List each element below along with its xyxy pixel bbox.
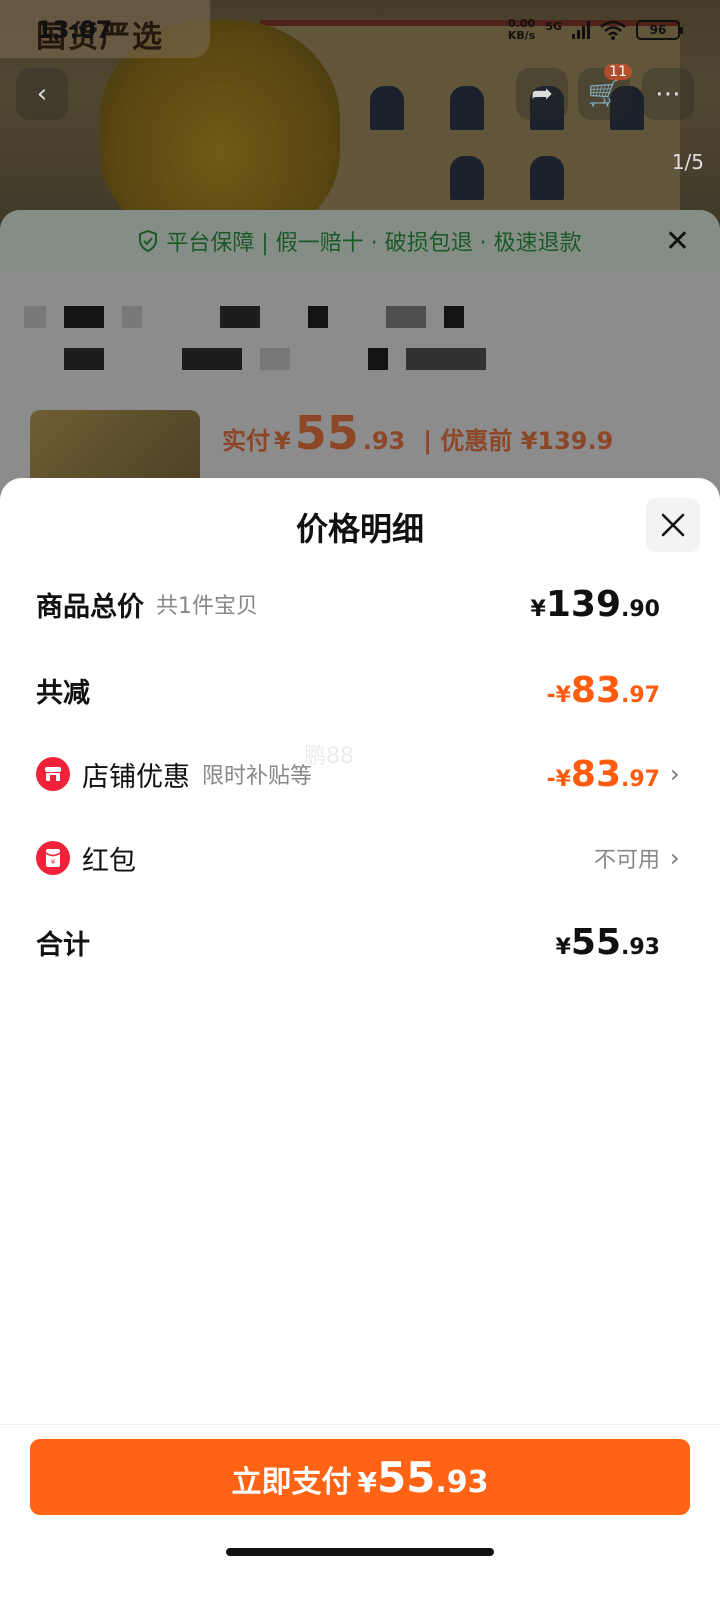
pay-button-currency: ¥ (357, 1466, 377, 1499)
battery-level: 96 (649, 23, 667, 37)
row-total-discount: 共减 -¥ 83 .97 (36, 660, 684, 720)
battery-icon: 96 (636, 20, 683, 40)
more-icon: ⋯ (655, 79, 681, 109)
currency-symbol: ¥ (555, 934, 571, 960)
amount-dec: .93 (621, 934, 660, 960)
cart-button[interactable]: 🛒 11 (578, 64, 632, 120)
home-indicator[interactable] (226, 1548, 494, 1556)
chevron-right-icon: › (670, 760, 680, 788)
currency-symbol: -¥ (546, 766, 571, 792)
currency-symbol: -¥ (546, 682, 571, 708)
amount-dec: .90 (621, 596, 660, 622)
svg-text:¥: ¥ (51, 858, 56, 866)
amount-dec: .97 (621, 682, 660, 708)
wifi-icon (600, 20, 626, 40)
row-shop-discount[interactable]: 店铺优惠 限时补贴等 -¥ 83 .97 › (36, 744, 684, 804)
screen: 国货严选 13:07 0.00 KB/s 5G 96 ‹ ➦ 🛒 11 ⋯ 1/… (0, 0, 720, 1600)
price-detail-sheet: 价格明细 鹏88 商品总价 共1件宝贝 ¥ 139 .90 共减 -¥ 83 .… (0, 478, 720, 1600)
amount-dec: .97 (621, 766, 660, 792)
close-button[interactable] (646, 498, 700, 552)
cart-count-badge: 11 (604, 64, 632, 80)
chevron-right-icon: › (670, 844, 680, 872)
row-label: 商品总价 (36, 591, 144, 623)
amount-int: 55 (570, 921, 622, 963)
top-navigation: ‹ ➦ 🛒 11 ⋯ (0, 64, 720, 128)
row-red-packet[interactable]: ¥ 红包 不可用 › (36, 828, 684, 888)
more-button[interactable]: ⋯ (642, 68, 694, 120)
red-packet-status: 不可用 (594, 842, 660, 874)
bottom-action-bar: 立即支付 ¥ 55 .93 (0, 1424, 720, 1600)
total-discount-amount: -¥ 83 .97 (546, 670, 660, 711)
pay-now-button[interactable]: 立即支付 ¥ 55 .93 (30, 1439, 690, 1515)
amount-int: 139 (545, 583, 622, 625)
row-sub: 限时补贴等 (202, 764, 313, 789)
status-time: 13:07 (36, 16, 113, 44)
network-speed-unit: KB/s (507, 29, 536, 42)
network-type: 5G (545, 20, 562, 33)
red-packet-icon: ¥ (36, 841, 70, 875)
shop-icon (36, 757, 70, 791)
row-label: 合计 (36, 929, 90, 961)
row-label: 店铺优惠 (82, 761, 190, 793)
close-icon (661, 513, 685, 537)
amount-int: 83 (570, 669, 622, 711)
status-bar: 13:07 0.00 KB/s 5G 96 (0, 0, 720, 60)
row-grand-total: 合计 ¥ 55 .93 (36, 912, 684, 972)
share-button[interactable]: ➦ (516, 68, 568, 120)
cart-icon: 🛒 (587, 79, 621, 109)
row-label: 红包 (82, 845, 136, 877)
pay-button-label: 立即支付 (231, 1465, 352, 1500)
currency-symbol: ¥ (530, 596, 546, 622)
pay-button-dec: .93 (435, 1465, 489, 1500)
status-icons: 0.00 KB/s 5G 96 (508, 18, 683, 42)
shop-discount-amount: -¥ 83 .97 (546, 754, 660, 795)
row-sub: 共1件宝贝 (156, 594, 258, 619)
chevron-left-icon: ‹ (36, 79, 48, 109)
image-pager: 1/5 (671, 150, 704, 174)
amount-int: 83 (570, 753, 622, 795)
share-icon: ➦ (531, 79, 553, 109)
row-label: 共减 (36, 677, 90, 709)
network-speed: 0.00 KB/s (508, 18, 535, 42)
row-goods-total: 商品总价 共1件宝贝 ¥ 139 .90 (36, 574, 684, 634)
sheet-title: 价格明细 (295, 510, 424, 548)
grand-total-amount: ¥ 55 .93 (556, 922, 660, 963)
goods-total-amount: ¥ 139 .90 (531, 584, 660, 625)
back-button[interactable]: ‹ (16, 68, 68, 120)
signal-icon (572, 21, 590, 39)
red-packet-status-text: 不可用 (593, 848, 660, 873)
pay-button-int: 55 (376, 1453, 436, 1502)
